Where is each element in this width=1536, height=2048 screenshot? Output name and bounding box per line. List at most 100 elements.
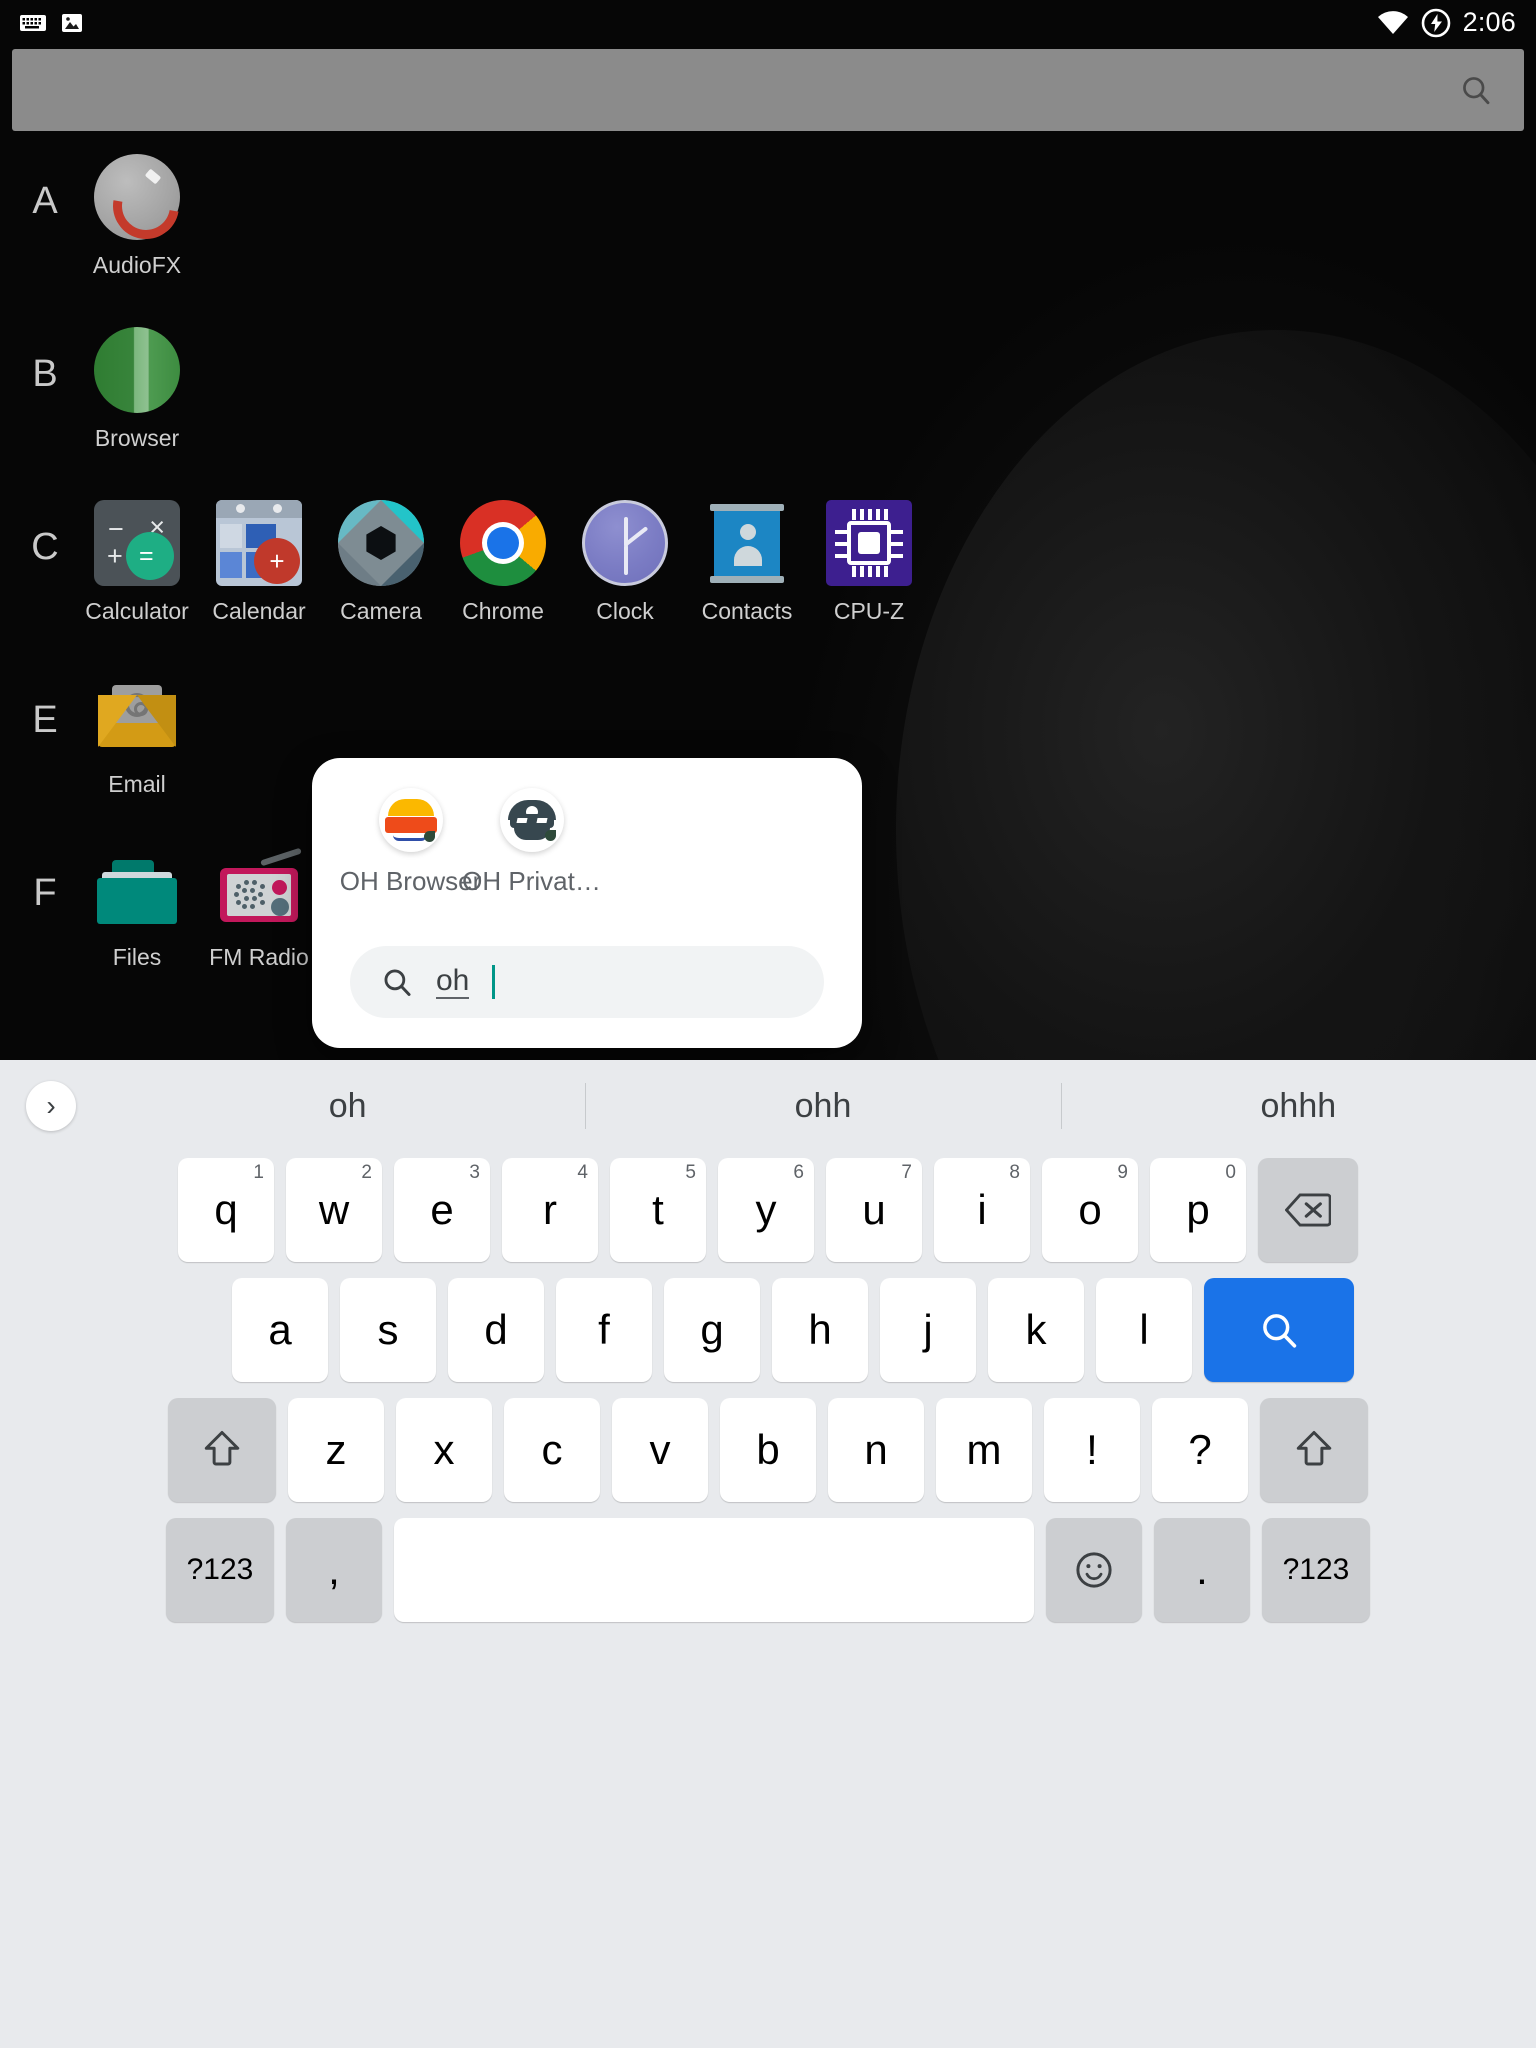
app-item-clock[interactable]: Clock <box>564 486 686 625</box>
key-g[interactable]: g <box>664 1278 760 1382</box>
key-h[interactable]: h <box>772 1278 868 1382</box>
search-icon <box>380 965 414 999</box>
drawer-search-bar[interactable] <box>12 49 1524 131</box>
search-result-oh-browser[interactable]: OH Browser <box>340 788 481 897</box>
key-label: t <box>652 1186 664 1233</box>
key-f[interactable]: f <box>556 1278 652 1382</box>
key-search-enter[interactable] <box>1204 1278 1354 1382</box>
key-r[interactable]: 4r <box>502 1158 598 1262</box>
app-item-cpuz[interactable]: CPU-Z <box>808 486 930 625</box>
key-p[interactable]: 0p <box>1150 1158 1246 1262</box>
camera-icon[interactable] <box>338 500 424 586</box>
suggestion-item[interactable]: oh <box>110 1087 585 1126</box>
key-n[interactable]: n <box>828 1398 924 1502</box>
key-t[interactable]: 5t <box>610 1158 706 1262</box>
key-shift-left[interactable] <box>168 1398 276 1502</box>
key-backspace[interactable] <box>1258 1158 1358 1262</box>
key-x[interactable]: x <box>396 1398 492 1502</box>
backspace-icon <box>1285 1192 1331 1228</box>
status-bar-left <box>20 11 84 35</box>
app-item-audiofx[interactable]: AudioFX <box>76 140 198 279</box>
key-a[interactable]: a <box>232 1278 328 1382</box>
popup-search-value: oh <box>436 963 470 999</box>
text-caret <box>492 965 496 999</box>
popup-search-input[interactable]: oh <box>350 946 824 1018</box>
key-label: l <box>1139 1306 1149 1353</box>
key-l[interactable]: l <box>1096 1278 1192 1382</box>
keyboard-row-2: a s d f g h j k l <box>0 1272 1536 1388</box>
key-v[interactable]: v <box>612 1398 708 1502</box>
app-item-browser[interactable]: Browser <box>76 313 198 452</box>
app-item-contacts[interactable]: Contacts <box>686 486 808 625</box>
keyboard-row-3: z x c v b n m ! ? <box>0 1392 1536 1508</box>
oh-browser-icon[interactable] <box>378 788 443 852</box>
emoji-icon <box>1073 1549 1115 1591</box>
chevron-right-icon[interactable]: › <box>26 1081 76 1131</box>
key-number: 8 <box>1009 1162 1020 1183</box>
calculator-icon[interactable]: − × + = <box>94 500 180 586</box>
chrome-icon[interactable] <box>460 500 546 586</box>
key-label: e <box>430 1186 454 1233</box>
key-emoji[interactable] <box>1046 1518 1142 1622</box>
oh-private-browser-icon[interactable] <box>499 788 564 852</box>
app-item-calculator[interactable]: − × + = Calculator <box>76 486 198 625</box>
app-label: Email <box>108 771 166 797</box>
key-comma[interactable]: , <box>286 1518 382 1622</box>
key-c[interactable]: c <box>504 1398 600 1502</box>
fm-radio-icon[interactable] <box>216 846 302 932</box>
calendar-icon[interactable]: + <box>216 500 302 586</box>
email-icon[interactable] <box>94 673 180 759</box>
on-screen-keyboard: › oh ohh ohhh 1q 2w 3e 4r 5t 6y 7u 8i 9o… <box>0 1060 1536 2048</box>
key-number: 2 <box>361 1162 372 1183</box>
keyboard-row-1: 1q 2w 3e 4r 5t 6y 7u 8i 9o 0p <box>0 1152 1536 1268</box>
app-item-chrome[interactable]: Chrome <box>442 486 564 625</box>
suggestion-list: oh ohh ohhh <box>0 1087 1536 1126</box>
key-s[interactable]: s <box>340 1278 436 1382</box>
app-section-a: A AudioFX <box>0 140 1536 313</box>
key-exclamation[interactable]: ! <box>1044 1398 1140 1502</box>
suggestion-item[interactable]: ohhh <box>1061 1087 1536 1126</box>
key-y[interactable]: 6y <box>718 1158 814 1262</box>
app-label: Browser <box>94 425 180 451</box>
key-number: 3 <box>469 1162 480 1183</box>
key-z[interactable]: z <box>288 1398 384 1502</box>
contacts-icon[interactable] <box>704 500 790 586</box>
audiofx-icon[interactable] <box>94 154 180 240</box>
key-period[interactable]: . <box>1154 1518 1250 1622</box>
key-m[interactable]: m <box>936 1398 1032 1502</box>
search-result-oh-private-browser[interactable]: OH Privat… <box>462 788 601 897</box>
key-shift-right[interactable] <box>1260 1398 1368 1502</box>
key-label: j <box>923 1306 933 1353</box>
key-u[interactable]: 7u <box>826 1158 922 1262</box>
app-item-files[interactable]: Files <box>76 832 198 971</box>
app-item-fm-radio[interactable]: FM Radio <box>198 832 320 971</box>
key-b[interactable]: b <box>720 1398 816 1502</box>
suggestion-item[interactable]: ohh <box>585 1087 1060 1126</box>
key-space[interactable] <box>394 1518 1034 1622</box>
key-number: 4 <box>577 1162 588 1183</box>
image-icon <box>60 11 84 35</box>
key-label: m <box>966 1426 1002 1473</box>
key-d[interactable]: d <box>448 1278 544 1382</box>
key-i[interactable]: 8i <box>934 1158 1030 1262</box>
charging-bolt-icon <box>1421 8 1451 38</box>
app-item-email[interactable]: Email <box>76 659 198 798</box>
cpuz-icon[interactable] <box>826 500 912 586</box>
key-symbols-left[interactable]: ?123 <box>166 1518 274 1622</box>
clock-icon[interactable] <box>582 500 668 586</box>
key-k[interactable]: k <box>988 1278 1084 1382</box>
key-j[interactable]: j <box>880 1278 976 1382</box>
files-icon[interactable] <box>94 846 180 932</box>
search-icon[interactable] <box>1458 72 1494 108</box>
browser-icon[interactable] <box>94 327 180 413</box>
key-symbols-right[interactable]: ?123 <box>1262 1518 1370 1622</box>
key-question[interactable]: ? <box>1152 1398 1248 1502</box>
app-label: CPU-Z <box>833 598 905 624</box>
key-label: a <box>268 1306 292 1353</box>
key-o[interactable]: 9o <box>1042 1158 1138 1262</box>
app-item-calendar[interactable]: + Calendar <box>198 486 320 625</box>
app-item-camera[interactable]: Camera <box>320 486 442 625</box>
key-w[interactable]: 2w <box>286 1158 382 1262</box>
key-e[interactable]: 3e <box>394 1158 490 1262</box>
key-q[interactable]: 1q <box>178 1158 274 1262</box>
